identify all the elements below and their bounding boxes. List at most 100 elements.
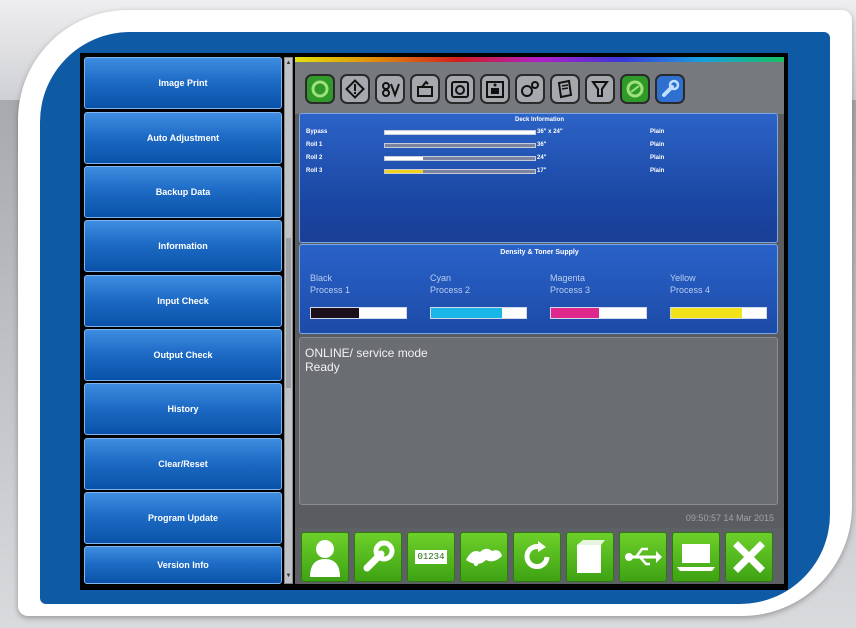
sidebar-scrollbar[interactable]: ▲ ▼ — [284, 57, 293, 584]
sidebar-item-auto-adjustment[interactable]: Auto Adjustment — [84, 112, 282, 164]
filter-icon[interactable] — [585, 74, 615, 104]
deck-type: Plain — [650, 129, 665, 135]
sidebar-item-clear-reset[interactable]: Clear/Reset — [84, 438, 282, 490]
counter-icon: 01234 — [415, 550, 447, 564]
toner-level-fill — [431, 308, 503, 318]
gears-icon[interactable] — [515, 74, 545, 104]
bottom-button-bar: 01234 — [295, 528, 784, 584]
sidebar-item-version-info[interactable]: Version Info — [84, 546, 282, 584]
deck-level-fill — [385, 157, 423, 160]
usb-button[interactable] — [619, 532, 667, 582]
wrench-icon — [363, 540, 395, 572]
toner-cyan: Cyan Process 2 — [430, 273, 540, 319]
deck-row-roll-1: Roll 1 36" Plain — [306, 142, 776, 150]
toner-magenta: Magenta Process 3 — [550, 273, 660, 319]
refresh-button[interactable] — [513, 532, 561, 582]
sidebar-item-image-print[interactable]: Image Print — [84, 57, 282, 109]
stacker-icon[interactable] — [480, 74, 510, 104]
warning-icon[interactable] — [340, 74, 370, 104]
toner-name: Yellow — [670, 273, 696, 283]
deck-name: Roll 1 — [306, 142, 323, 148]
power-icon[interactable] — [305, 74, 335, 104]
deck-row-roll-3: Roll 3 17" Plain — [306, 168, 776, 176]
sidebar-item-backup-data[interactable]: Backup Data — [84, 166, 282, 218]
sidebar-item-label: Program Update — [147, 513, 218, 523]
toner-black: Black Process 1 — [310, 273, 420, 319]
toner-process: Process 1 — [310, 285, 351, 295]
sidebar-item-label: Auto Adjustment — [146, 133, 220, 143]
deck-size: 17" — [537, 168, 547, 174]
status-toolbar — [295, 62, 784, 114]
scroll-down-icon[interactable]: ▼ — [285, 573, 292, 581]
timestamp: 09:50:57 14 Mar 2015 — [685, 513, 774, 523]
status-line-mode: ONLINE/ service mode — [305, 346, 428, 360]
deck-type: Plain — [650, 142, 665, 148]
toner-level-bar — [550, 307, 647, 319]
paper-icon — [577, 540, 605, 573]
deck-type: Plain — [650, 168, 665, 174]
toner-name: Cyan — [430, 273, 452, 283]
toner-level-fill — [311, 308, 359, 318]
deck-level-fill — [385, 131, 535, 134]
sidebar-item-label: Backup Data — [155, 187, 211, 197]
sidebar-item-label: Input Check — [157, 296, 209, 306]
toner-yellow: Yellow Process 4 — [670, 273, 780, 319]
deck-level-bar — [384, 143, 536, 148]
deck-size: 24" — [537, 155, 547, 161]
scroll-thumb[interactable] — [286, 238, 291, 388]
user-icon — [310, 540, 340, 577]
paper-button[interactable] — [566, 532, 614, 582]
paper-feed-icon[interactable] — [410, 74, 440, 104]
toner-name: Black — [310, 273, 333, 283]
sidebar-item-label: History — [167, 404, 199, 414]
deck-level-bar — [384, 156, 536, 161]
computer-button[interactable] — [672, 532, 720, 582]
scanner-icon[interactable] — [445, 74, 475, 104]
status-line-ready: Ready — [305, 360, 340, 374]
paper-stack-icon[interactable] — [550, 74, 580, 104]
deck-row-roll-2: Roll 2 24" Plain — [306, 155, 776, 163]
network-button[interactable] — [460, 532, 508, 582]
toner-icon[interactable] — [375, 74, 405, 104]
deck-size: 36" — [537, 142, 547, 148]
density-title: Density & Toner Supply — [500, 249, 579, 256]
sidebar-item-label: Clear/Reset — [158, 459, 208, 469]
sidebar-item-information[interactable]: Information — [84, 220, 282, 272]
status-message-panel: ONLINE/ service mode Ready — [299, 337, 778, 505]
network-icon — [466, 548, 502, 566]
sidebar-item-label: Image Print — [158, 78, 208, 88]
deck-information-panel: Deck Information Bypass 36" x 24" Plain … — [299, 113, 778, 243]
laptop-icon — [677, 544, 715, 571]
sidebar-item-program-update[interactable]: Program Update — [84, 492, 282, 544]
toner-level-fill — [671, 308, 743, 318]
sidebar-item-output-check[interactable]: Output Check — [84, 329, 282, 381]
close-button[interactable] — [725, 532, 773, 582]
sidebar-item-history[interactable]: History — [84, 383, 282, 435]
deck-level-bar — [384, 169, 536, 174]
usb-icon — [625, 547, 662, 566]
main-panel: Deck Information Bypass 36" x 24" Plain … — [295, 57, 784, 584]
toner-process: Process 3 — [550, 285, 591, 295]
toner-level-bar — [670, 307, 767, 319]
deck-level-bar — [384, 130, 536, 135]
user-button[interactable] — [301, 532, 349, 582]
refresh-icon — [524, 541, 550, 570]
wrench-icon[interactable] — [655, 74, 685, 104]
deck-type: Plain — [650, 155, 665, 161]
toner-name: Magenta — [550, 273, 586, 283]
counter-button[interactable]: 01234 — [407, 532, 455, 582]
density-toner-panel: Density & Toner Supply Black Process 1 C… — [299, 244, 778, 334]
eco-icon[interactable] — [620, 74, 650, 104]
deck-row-bypass: Bypass 36" x 24" Plain — [306, 129, 776, 137]
scroll-up-icon[interactable]: ▲ — [285, 60, 292, 68]
deck-name: Bypass — [306, 129, 328, 135]
toner-level-bar — [430, 307, 527, 319]
deck-name: Roll 2 — [306, 155, 323, 161]
maintenance-button[interactable] — [354, 532, 402, 582]
sidebar-item-label: Information — [158, 241, 208, 251]
sidebar: Image Print Auto Adjustment Backup Data … — [84, 57, 282, 584]
toner-process: Process 4 — [670, 285, 711, 295]
sidebar-item-input-check[interactable]: Input Check — [84, 275, 282, 327]
deck-size: 36" x 24" — [537, 129, 563, 135]
toner-level-bar — [310, 307, 407, 319]
